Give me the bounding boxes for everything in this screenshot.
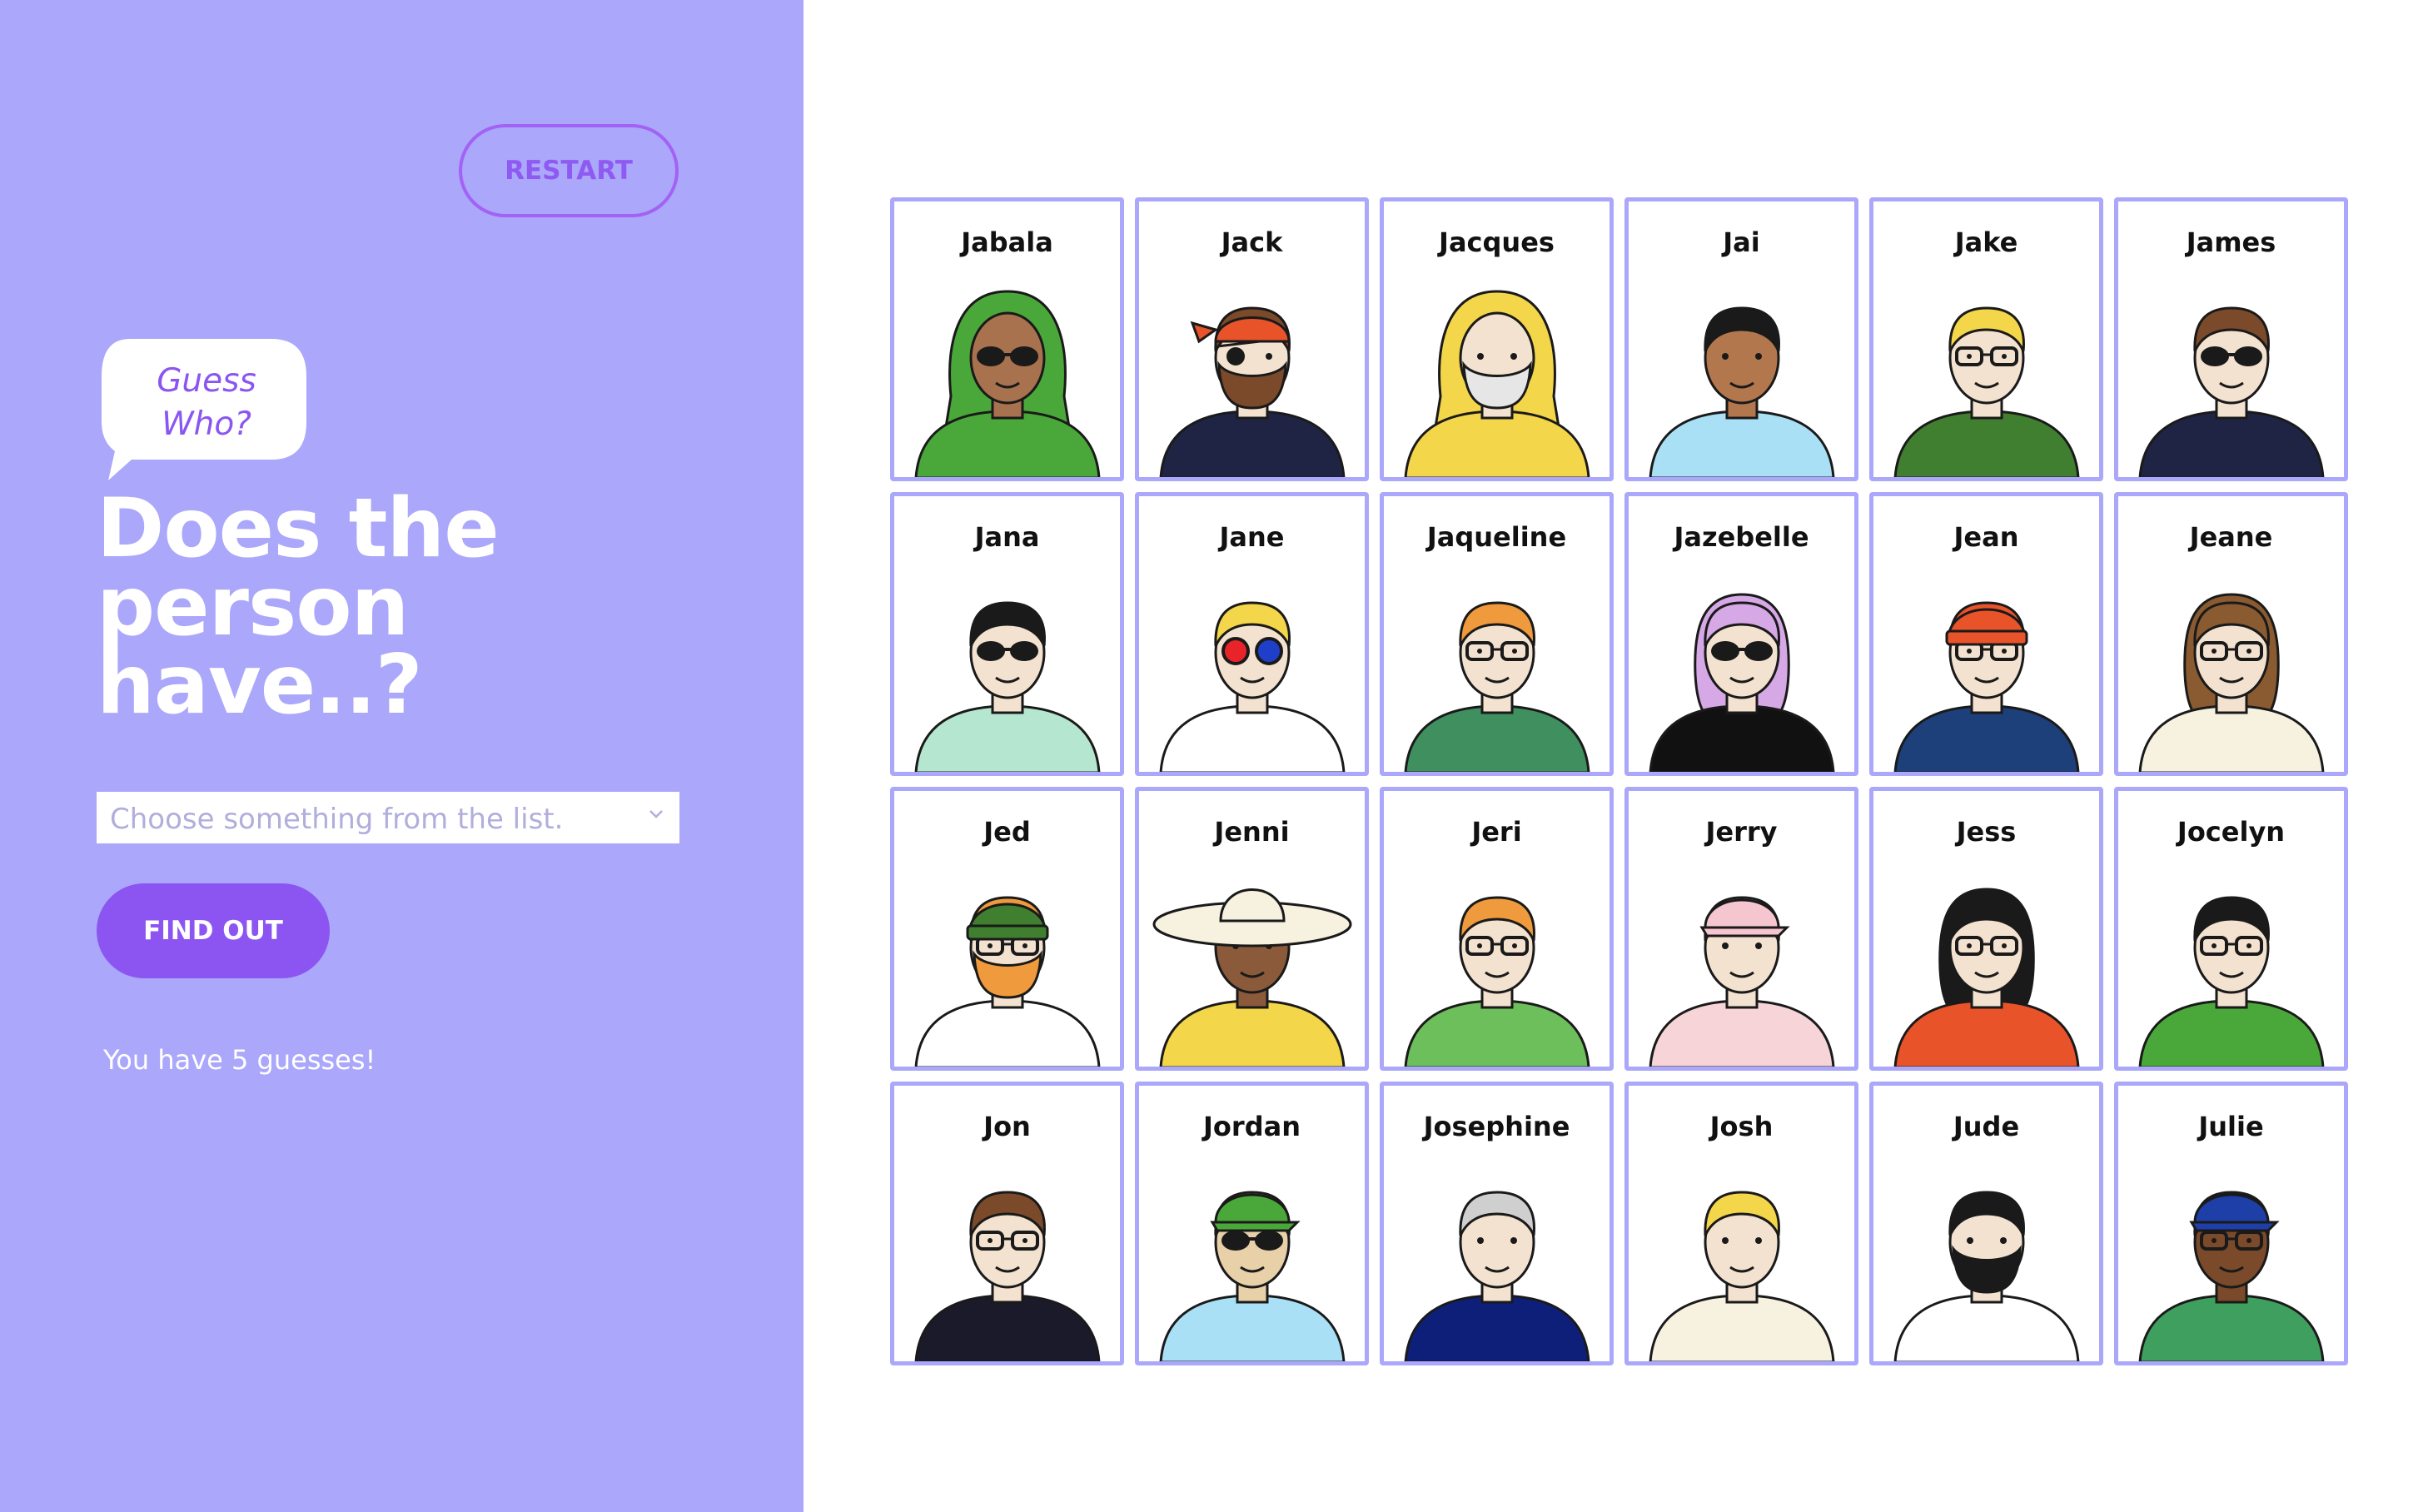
sidebar-panel: RESTART Guess Who? Does the person have.…	[0, 0, 804, 1512]
character-portrait	[1649, 593, 1835, 772]
character-name: Jake	[1954, 226, 2018, 258]
character-card[interactable]: Jack	[1135, 197, 1369, 481]
character-name: Jon	[983, 1111, 1031, 1142]
character-name: Jocelyn	[2177, 816, 2286, 848]
character-portrait	[1404, 1191, 1590, 1361]
character-card[interactable]: Josephine	[1380, 1082, 1614, 1365]
guess-who-logo-text: Guess Who?	[115, 360, 298, 446]
character-portrait	[2138, 1191, 2325, 1361]
character-portrait	[1152, 888, 1352, 1067]
character-name: Jane	[1219, 521, 1285, 553]
character-name: Jacques	[1439, 226, 1555, 258]
guess-who-speech-bubble: Guess Who?	[97, 335, 310, 480]
character-card[interactable]: Jess	[1869, 787, 2103, 1071]
character-name: Josephine	[1423, 1111, 1570, 1142]
title-line-3: have..?	[97, 638, 423, 733]
character-name: Jai	[1723, 226, 1760, 258]
character-card[interactable]: Jenni	[1135, 787, 1369, 1071]
character-name: Jerry	[1705, 816, 1778, 848]
character-portrait	[1159, 1191, 1346, 1361]
bubble-line-1: Guess	[157, 362, 256, 400]
character-card[interactable]: Julie	[2114, 1082, 2348, 1365]
character-portrait	[1893, 1191, 2080, 1361]
character-portrait	[1893, 888, 2080, 1067]
character-portrait	[1404, 896, 1590, 1067]
restart-button[interactable]: RESTART	[459, 124, 679, 217]
character-name: Jeri	[1471, 816, 1522, 848]
character-card[interactable]: Jeane	[2114, 492, 2348, 776]
character-card[interactable]: Jazebelle	[1624, 492, 1858, 776]
character-card[interactable]: Jake	[1869, 197, 2103, 481]
character-card[interactable]: Jed	[890, 787, 1124, 1071]
character-portrait	[1649, 1191, 1835, 1361]
character-portrait	[1649, 896, 1835, 1067]
character-portrait	[914, 601, 1101, 772]
title-line-2: person	[97, 560, 409, 654]
title-line-1: Does the	[97, 481, 500, 576]
character-card[interactable]: Jabala	[890, 197, 1124, 481]
character-card[interactable]: James	[2114, 197, 2348, 481]
character-portrait	[1159, 601, 1346, 772]
character-card[interactable]: Jai	[1624, 197, 1858, 481]
character-name: Jabala	[961, 226, 1053, 258]
character-portrait	[914, 896, 1101, 1067]
chevron-down-icon	[649, 810, 663, 818]
character-name: Jed	[983, 816, 1031, 848]
character-name: Jack	[1221, 226, 1283, 258]
select-placeholder: Choose something from the list.	[110, 803, 564, 836]
character-portrait	[1159, 306, 1346, 477]
question-title: Does the person have..?	[97, 481, 696, 733]
bubble-line-2: Who?	[162, 405, 251, 443]
character-name: James	[2186, 226, 2276, 258]
character-card[interactable]: Jon	[890, 1082, 1124, 1365]
character-portrait	[914, 290, 1101, 477]
character-portrait	[914, 1191, 1101, 1361]
character-portrait	[2138, 306, 2325, 477]
character-card[interactable]: Jaqueline	[1380, 492, 1614, 776]
character-card[interactable]: Josh	[1624, 1082, 1858, 1365]
character-name: Jude	[1953, 1111, 2020, 1142]
character-name: Jean	[1953, 521, 2019, 553]
character-portrait	[2138, 896, 2325, 1067]
character-name: Jana	[974, 521, 1040, 553]
character-portrait	[1404, 601, 1590, 772]
character-card[interactable]: Jocelyn	[2114, 787, 2348, 1071]
character-name: Jenni	[1214, 816, 1290, 848]
character-name: Jordan	[1203, 1111, 1301, 1142]
character-portrait	[2138, 593, 2325, 772]
guesses-remaining-text: You have 5 guesses!	[103, 1044, 376, 1076]
character-board: Jabala Jack Jacques Jai Jake James Jana Jane Jaq…	[890, 197, 2349, 1366]
character-name: Jazebelle	[1674, 521, 1809, 553]
character-name: Jaqueline	[1426, 521, 1567, 553]
character-card[interactable]: Jane	[1135, 492, 1369, 776]
character-portrait	[1893, 601, 2080, 772]
character-portrait	[1404, 290, 1590, 477]
character-card[interactable]: Jude	[1869, 1082, 2103, 1365]
character-portrait	[1893, 306, 2080, 477]
character-card[interactable]: Jerry	[1624, 787, 1858, 1071]
character-portrait	[1649, 306, 1835, 477]
character-card[interactable]: Jean	[1869, 492, 2103, 776]
character-name: Julie	[2198, 1111, 2264, 1142]
question-select[interactable]: Choose something from the list.	[97, 792, 679, 843]
character-card[interactable]: Jeri	[1380, 787, 1614, 1071]
character-card[interactable]: Jordan	[1135, 1082, 1369, 1365]
find-out-button[interactable]: FIND OUT	[97, 883, 330, 978]
character-card[interactable]: Jacques	[1380, 197, 1614, 481]
character-name: Josh	[1709, 1111, 1774, 1142]
character-name: Jeane	[2189, 521, 2273, 553]
character-card[interactable]: Jana	[890, 492, 1124, 776]
character-name: Jess	[1956, 816, 2017, 848]
